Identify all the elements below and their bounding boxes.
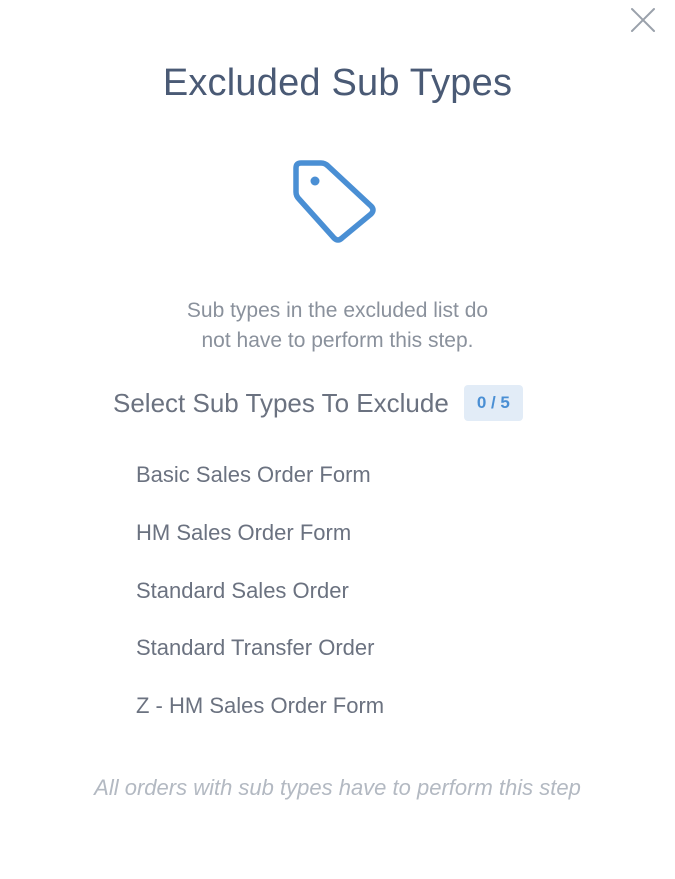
select-title: Select Sub Types To Exclude	[113, 387, 449, 418]
subtype-item-standard-sales-order[interactable]: Standard Sales Order	[136, 574, 384, 632]
description-line-1: Sub types in the excluded list do	[186, 299, 489, 322]
select-header: Select Sub Types To Exclude 0 / 5	[113, 385, 523, 421]
subtype-item-basic-sales-order-form[interactable]: Basic Sales Order Form	[136, 458, 384, 516]
close-icon	[631, 8, 655, 32]
subtype-item-standard-transfer-order[interactable]: Standard Transfer Order	[136, 631, 384, 689]
footer-note: All orders with sub types have to perfor…	[94, 775, 581, 800]
count-badge: 0 / 5	[463, 385, 523, 421]
tag-icon	[291, 157, 381, 247]
subtype-item-hm-sales-order-form[interactable]: HM Sales Order Form	[136, 516, 384, 574]
excluded-subtypes-modal: Excluded Sub Types Sub types in the excl…	[0, 0, 675, 879]
modal-title: Excluded Sub Types	[162, 62, 513, 104]
close-button[interactable]	[627, 4, 659, 36]
subtype-list: Basic Sales Order Form HM Sales Order Fo…	[136, 458, 384, 747]
description-text: Sub types in the excluded list do not ha…	[0, 296, 675, 356]
description-line-2: not have to perform this step.	[201, 329, 474, 352]
subtype-item-z-hm-sales-order-form[interactable]: Z - HM Sales Order Form	[136, 689, 384, 747]
